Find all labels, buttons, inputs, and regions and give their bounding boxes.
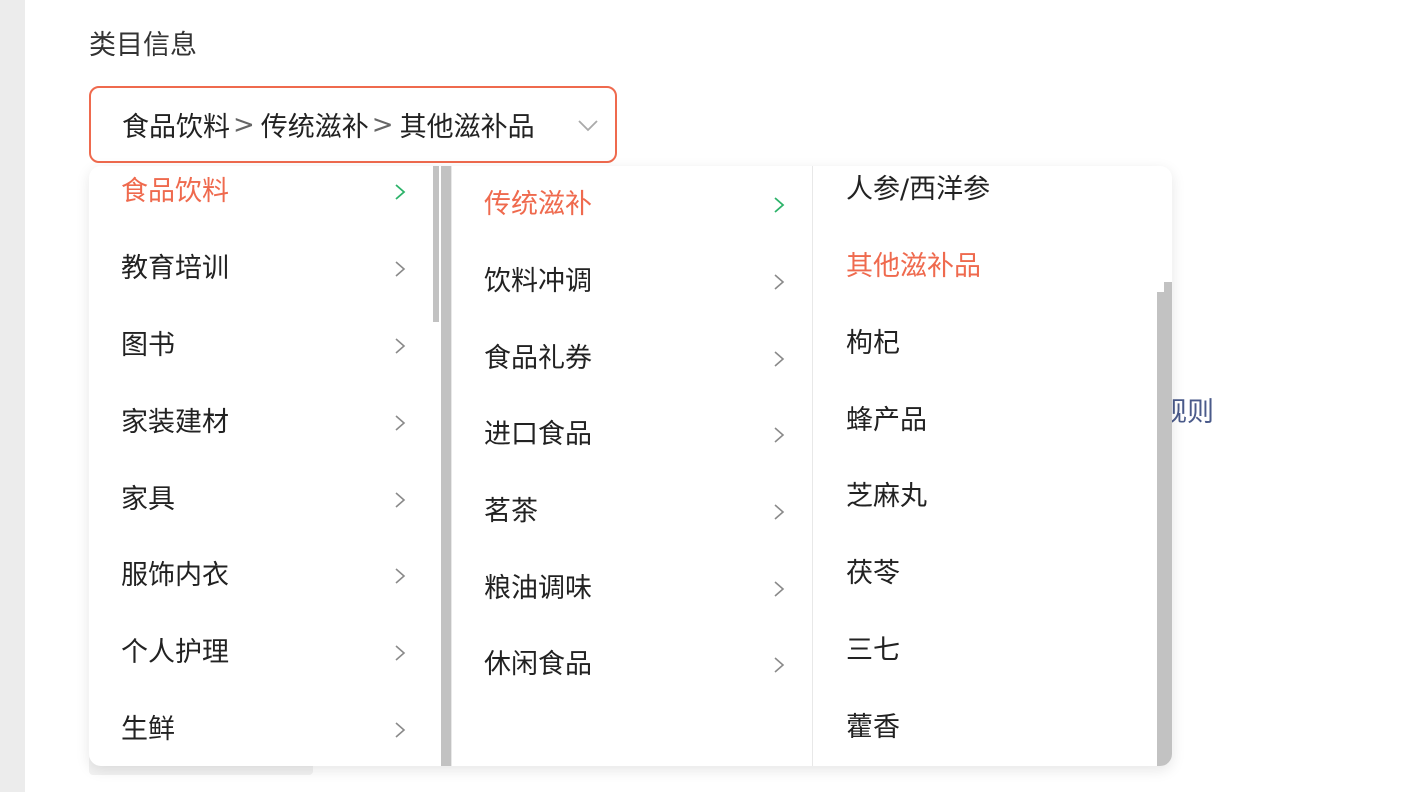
chevron-right-icon	[774, 657, 785, 673]
left-strip	[0, 0, 25, 792]
chevron-right-icon	[774, 197, 785, 213]
cascader-item-grain-oil[interactable]: 粮油调味	[452, 569, 812, 609]
chevron-right-icon	[774, 351, 785, 367]
chevron-right-icon	[395, 492, 406, 508]
cascader-item-personal-care[interactable]: 个人护理	[89, 633, 441, 673]
chevron-right-icon	[395, 184, 406, 200]
item-label: 食品礼券	[484, 343, 592, 374]
item-label: 饮料冲调	[484, 266, 592, 297]
scrollbar-thumb[interactable]	[1164, 282, 1172, 766]
chevron-right-icon	[774, 504, 785, 520]
cascader-item-food-drink[interactable]: 食品饮料	[89, 172, 441, 212]
cascader-item-education[interactable]: 教育培训	[89, 249, 441, 289]
item-label: 蜂产品	[846, 405, 927, 436]
item-label: 三七	[846, 635, 900, 666]
cascader-item-sanqi[interactable]: 三七	[813, 631, 1172, 671]
chevron-right-icon	[774, 427, 785, 443]
section-title: 类目信息	[89, 30, 197, 61]
chevron-right-icon	[774, 581, 785, 597]
cascader-item-ginseng[interactable]: 人参/西洋参	[813, 170, 1172, 210]
item-label: 传统滋补	[484, 189, 592, 220]
chevron-down-icon[interactable]	[577, 114, 599, 136]
item-label: 人参/西洋参	[846, 174, 991, 205]
item-label: 家装建材	[121, 407, 229, 438]
crumb-level3: 其他滋补品	[399, 112, 535, 143]
item-label: 教育培训	[121, 253, 229, 284]
item-label: 家具	[121, 484, 175, 515]
item-label: 茯苓	[846, 558, 900, 589]
item-label: 其他滋补品	[846, 251, 981, 282]
cascader-item-books[interactable]: 图书	[89, 326, 441, 366]
cascader-item-bee-products[interactable]: 蜂产品	[813, 401, 1172, 441]
cascader-item-tea[interactable]: 茗茶	[452, 492, 812, 532]
cascader-item-imported-food[interactable]: 进口食品	[452, 415, 812, 455]
item-label: 食品饮料	[121, 176, 229, 207]
cascader-item-food-vouchers[interactable]: 食品礼券	[452, 339, 812, 379]
item-label: 个人护理	[121, 637, 229, 668]
item-label: 茗茶	[484, 496, 538, 527]
cascader-item-fresh[interactable]: 生鲜	[89, 710, 441, 750]
chevron-right-icon	[774, 274, 785, 290]
chevron-right-icon	[395, 568, 406, 584]
crumb-separator: >	[371, 109, 394, 140]
scrollbar-thumb[interactable]	[433, 166, 439, 322]
cascader-item-furniture[interactable]: 家具	[89, 480, 441, 520]
item-label: 进口食品	[484, 419, 592, 450]
crumb-level2: 传统滋补	[260, 112, 369, 143]
chevron-right-icon	[395, 722, 406, 738]
cascader-column-level3: 人参/西洋参 其他滋补品 枸杞 蜂产品 芝麻丸 茯苓 三七 藿香	[812, 166, 1172, 766]
item-label: 藿香	[846, 712, 900, 743]
item-label: 芝麻丸	[846, 481, 927, 512]
crumb-level1: 食品饮料	[122, 112, 230, 143]
item-label: 生鲜	[121, 714, 175, 745]
cascader-item-apparel[interactable]: 服饰内衣	[89, 556, 441, 596]
scrollbar-thumb[interactable]	[441, 166, 451, 766]
item-label: 图书	[121, 330, 175, 361]
item-label: 粮油调味	[484, 573, 592, 604]
category-cascader: 食品饮料 教育培训 图书 家装建材 家具 服饰内衣 个人护理 生鲜 传统滋补 饮…	[89, 166, 1172, 766]
item-label: 休闲食品	[484, 649, 592, 680]
cascader-item-poria[interactable]: 茯苓	[813, 554, 1172, 594]
chevron-right-icon	[395, 645, 406, 661]
chevron-right-icon	[395, 415, 406, 431]
cascader-item-beverages[interactable]: 饮料冲调	[452, 262, 812, 302]
cascader-item-other-tonics[interactable]: 其他滋补品	[813, 247, 1172, 287]
cascader-item-traditional-tonic[interactable]: 传统滋补	[452, 185, 812, 225]
cascader-column-level2: 传统滋补 饮料冲调 食品礼券 进口食品 茗茶 粮油调味 休闲食品	[451, 166, 812, 766]
chevron-right-icon	[395, 338, 406, 354]
item-label: 服饰内衣	[121, 560, 229, 591]
category-select[interactable]: 食品饮料 > 传统滋补 > 其他滋补品	[89, 86, 617, 163]
cascader-item-goji[interactable]: 枸杞	[813, 324, 1172, 364]
cascader-column-level1: 食品饮料 教育培训 图书 家装建材 家具 服饰内衣 个人护理 生鲜	[89, 166, 441, 766]
scrollbar-level1[interactable]	[433, 166, 451, 766]
chevron-right-icon	[395, 261, 406, 277]
crumb-separator: >	[233, 109, 255, 140]
cascader-item-patchouli[interactable]: 藿香	[813, 708, 1172, 748]
cascader-item-snacks[interactable]: 休闲食品	[452, 645, 812, 685]
cascader-item-home-improvement[interactable]: 家装建材	[89, 403, 441, 443]
item-label: 枸杞	[846, 328, 900, 359]
cascader-item-sesame-balls[interactable]: 芝麻丸	[813, 477, 1172, 517]
